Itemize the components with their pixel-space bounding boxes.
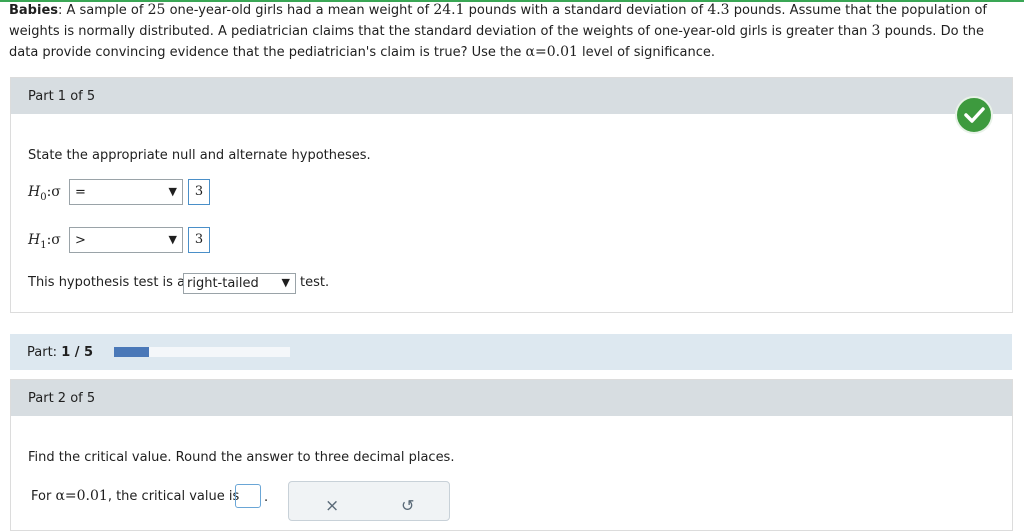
- problem-text: one-year-old girls had a mean weight of: [165, 3, 434, 18]
- answer-tools: × ↺: [288, 481, 450, 521]
- h0-relation-select[interactable]: = ▼: [69, 179, 183, 205]
- progress-bar-fill: [114, 347, 150, 357]
- part2-header: Part 2 of 5: [11, 380, 1012, 416]
- alpha-value: α=0.01: [55, 488, 108, 504]
- part1-header: Part 1 of 5: [11, 78, 1012, 114]
- undo-icon[interactable]: ↺: [401, 496, 414, 515]
- prompt-period: .: [264, 490, 269, 505]
- test-type-suffix: test.: [300, 275, 330, 290]
- problem-text: pounds with a standard deviation of: [464, 3, 708, 18]
- chevron-down-icon: ▼: [168, 185, 177, 198]
- chevron-down-icon: ▼: [168, 233, 177, 246]
- test-type-select[interactable]: right-tailed ▼: [183, 273, 296, 294]
- checkmark-icon: [955, 96, 993, 134]
- h1-label: H1:σ: [28, 232, 61, 251]
- part2-title: Part 2 of 5: [28, 391, 96, 406]
- sample-mean: 24.1: [433, 2, 465, 18]
- test-type-prefix: This hypothesis test is a: [28, 275, 186, 290]
- sample-sd: 4.3: [707, 2, 730, 18]
- part-progress: Part: 1 / 5: [10, 334, 1012, 370]
- problem-statement: Babies: A sample of 25 one-year-old girl…: [9, 0, 1017, 63]
- test-type-value: right-tailed: [187, 276, 259, 291]
- h1-value-input[interactable]: 3: [188, 227, 210, 253]
- progress-bar: [114, 347, 290, 357]
- h1-relation-select[interactable]: > ▼: [69, 227, 183, 253]
- part2-panel: Part 2 of 5 Find the critical value. Rou…: [10, 379, 1013, 531]
- progress-prefix: Part:: [27, 345, 62, 360]
- prompt-text: For: [31, 489, 56, 504]
- h0-relation-value: =: [75, 185, 86, 200]
- chevron-down-icon: ▼: [281, 276, 290, 289]
- clear-icon[interactable]: ×: [325, 496, 339, 516]
- critical-value-input[interactable]: [235, 484, 261, 508]
- sample-size: 25: [147, 2, 166, 18]
- h1-letter: H: [28, 232, 41, 248]
- part1-instruction: State the appropriate null and alternate…: [28, 148, 371, 163]
- part2-instruction: Find the critical value. Round the answe…: [28, 450, 455, 465]
- progress-count: 1 / 5: [61, 345, 94, 360]
- progress-label: Part: 1 / 5: [27, 345, 93, 360]
- part1-panel: Part 1 of 5 State the appropriate null a…: [10, 77, 1013, 313]
- part1-title: Part 1 of 5: [28, 89, 96, 104]
- critical-value-prompt: For α=0.01, the critical value is: [31, 488, 239, 504]
- h1-relation-value: >: [75, 233, 86, 248]
- h0-letter: H: [28, 184, 41, 200]
- h0-param: :σ: [46, 184, 61, 200]
- h1-param: :σ: [46, 232, 61, 248]
- alpha-value: α=0.01: [525, 44, 578, 60]
- h0-label: H0:σ: [28, 184, 61, 203]
- problem-lead: Babies: [9, 3, 58, 18]
- h0-value-input[interactable]: 3: [188, 179, 210, 205]
- problem-text: level of significance.: [577, 45, 716, 60]
- prompt-text: , the critical value is: [107, 489, 240, 504]
- problem-text: : A sample of: [58, 3, 148, 18]
